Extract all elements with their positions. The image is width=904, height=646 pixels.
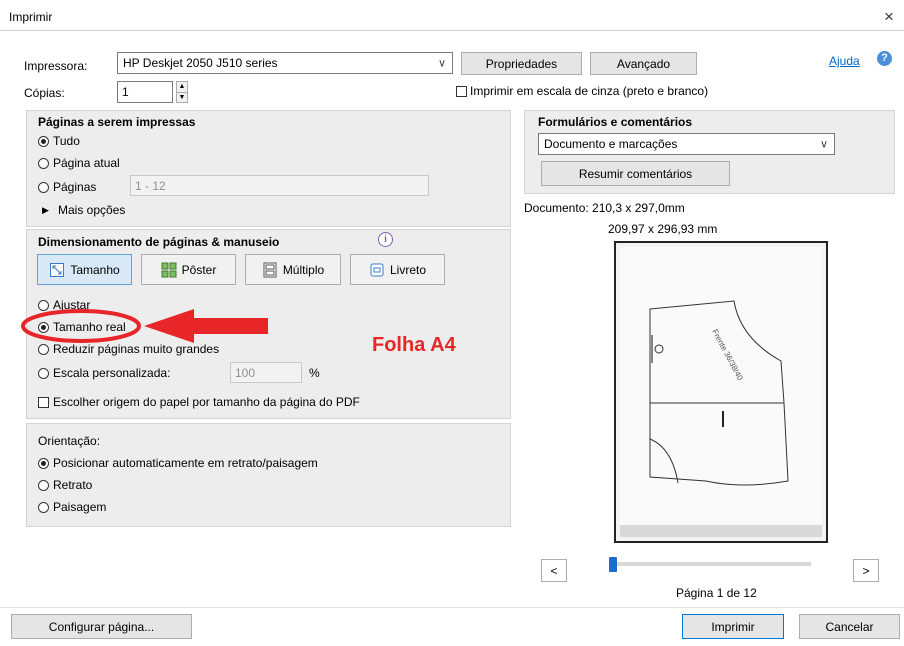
tab-multiple[interactable]: Múltiplo (245, 254, 341, 285)
printer-select[interactable]: HP Deskjet 2050 J510 series ∨ (117, 52, 453, 74)
orientation-portrait-radio[interactable] (38, 480, 49, 491)
copies-stepper[interactable]: ▲ ▼ (176, 81, 188, 103)
booklet-icon (370, 263, 384, 276)
tab-multiple-label: Múltiplo (282, 262, 325, 277)
forms-select-value: Documento e marcações (544, 137, 678, 151)
pages-range-input[interactable]: 1 - 12 (130, 175, 429, 196)
prev-page-button[interactable]: < (541, 559, 567, 582)
sizing-heading: Dimensionamento de páginas & manuseio (38, 235, 280, 249)
pages-range-radio[interactable] (38, 182, 49, 193)
printer-label: Impressora: (24, 59, 88, 73)
stepper-down-icon[interactable]: ▼ (177, 93, 187, 103)
orientation-auto-radio[interactable] (38, 458, 49, 469)
pages-all-radio[interactable] (38, 136, 49, 147)
info-icon[interactable]: i (378, 232, 393, 247)
copies-label: Cópias: (24, 86, 65, 100)
copies-input[interactable]: 1 (117, 81, 173, 103)
orientation-portrait-label[interactable]: Retrato (53, 478, 92, 492)
custom-scale-radio[interactable] (38, 368, 49, 379)
orientation-auto-label[interactable]: Posicionar automaticamente em retrato/pa… (53, 456, 318, 470)
page-info: Página 1 de 12 (676, 586, 757, 600)
pages-range-label[interactable]: Páginas (53, 180, 96, 194)
printer-select-value: HP Deskjet 2050 J510 series (123, 56, 278, 70)
page-size: 209,97 x 296,93 mm (608, 222, 718, 236)
annotation-text: Folha A4 (372, 334, 456, 356)
chevron-down-icon: ∨ (437, 57, 446, 70)
preview-page: Frente 36/38/40 (616, 243, 826, 541)
custom-scale-input[interactable]: 100 (230, 362, 302, 383)
close-icon[interactable]: × (884, 7, 894, 27)
tab-size-label: Tamanho (70, 262, 120, 277)
choose-paper-label[interactable]: Escolher origem do papel por tamanho da … (53, 395, 360, 409)
orientation-heading: Orientação: (38, 434, 101, 448)
print-button[interactable]: Imprimir (682, 614, 784, 639)
forms-select[interactable]: Documento e marcações ∨ (538, 133, 835, 155)
document-size: Documento: 210,3 x 297,0mm (524, 201, 685, 215)
poster-icon (161, 262, 177, 277)
annotation-highlight (21, 309, 268, 343)
size-icon (50, 262, 65, 277)
stepper-up-icon[interactable]: ▲ (177, 82, 187, 93)
help-link[interactable]: Ajuda (829, 54, 860, 68)
orientation-landscape-label[interactable]: Paisagem (53, 500, 106, 514)
properties-button[interactable]: Propriedades (461, 52, 582, 75)
window-title: Imprimir (9, 10, 53, 24)
cancel-button[interactable]: Cancelar (799, 614, 900, 639)
footer-separator (0, 607, 904, 608)
annotation-arrow-icon (144, 309, 268, 343)
percent-label: % (309, 366, 320, 380)
summarize-comments-button[interactable]: Resumir comentários (541, 161, 730, 186)
tab-booklet[interactable]: Livreto (350, 254, 445, 285)
help-icon[interactable]: ? (877, 51, 892, 66)
title-separator (0, 30, 904, 31)
tab-size[interactable]: Tamanho (37, 254, 132, 285)
preview-frame: Frente 36/38/40 (614, 241, 828, 543)
chevron-down-icon: ∨ (819, 138, 828, 151)
grayscale-label[interactable]: Imprimir em escala de cinza (preto e bra… (470, 84, 708, 98)
tab-booklet-label: Livreto (389, 262, 427, 277)
page-slider-track[interactable] (610, 562, 811, 566)
forms-heading: Formulários e comentários (538, 115, 693, 129)
custom-scale-label[interactable]: Escala personalizada: (53, 366, 170, 380)
choose-paper-checkbox[interactable] (38, 397, 49, 408)
pages-heading: Páginas a serem impressas (38, 115, 196, 129)
orientation-landscape-radio[interactable] (38, 502, 49, 513)
next-page-button[interactable]: > (853, 559, 879, 582)
tab-poster-label: Pôster (181, 262, 217, 277)
more-options-link[interactable]: Mais opções (58, 203, 125, 217)
advanced-button[interactable]: Avançado (590, 52, 697, 75)
pages-current-radio[interactable] (38, 158, 49, 169)
tab-poster[interactable]: Pôster (141, 254, 236, 285)
multiple-icon (263, 262, 277, 277)
pages-current-label[interactable]: Página atual (53, 156, 120, 170)
page-setup-button[interactable]: Configurar página... (11, 614, 192, 639)
grayscale-checkbox[interactable] (456, 86, 467, 97)
pages-all-label[interactable]: Tudo (53, 134, 80, 148)
expand-arrow-icon[interactable]: ▶ (42, 205, 49, 216)
page-slider-thumb[interactable] (609, 557, 617, 572)
